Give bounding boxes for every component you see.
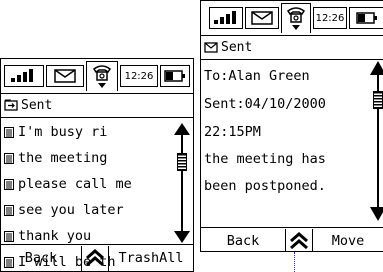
sent-message-screen: 12:26 Sent To:Alan Green Sent:04/10/2000… xyxy=(200,0,383,252)
signal-strength-icon xyxy=(209,7,243,29)
list-item[interactable]: the meeting xyxy=(1,145,171,171)
message-preview: thank you xyxy=(18,228,92,244)
status-bar: 12:26 xyxy=(201,1,383,36)
title-bar: Sent xyxy=(201,35,383,60)
list-item[interactable]: I'm busy ri xyxy=(1,119,171,145)
message-body-line: the meeting has xyxy=(204,151,326,167)
signal-strength-icon xyxy=(4,65,44,87)
connector-line xyxy=(294,252,295,272)
sent-date: Sent:04/10/2000 xyxy=(204,96,326,112)
status-bar: 12:26 xyxy=(1,59,193,94)
scroll-down-arrow-icon[interactable] xyxy=(173,231,191,243)
battery-icon xyxy=(349,7,383,29)
recipient: To:Alan Green xyxy=(204,68,310,84)
scroll-up-arrow-icon[interactable] xyxy=(173,123,191,135)
envelope-small-icon xyxy=(204,41,218,53)
back-button[interactable]: Back xyxy=(1,250,81,266)
menu-up-button[interactable] xyxy=(81,245,109,271)
message-preview: the meeting xyxy=(18,150,108,166)
menu-up-button[interactable] xyxy=(285,228,313,251)
scroll-thumb[interactable] xyxy=(177,153,187,171)
scrollbar[interactable] xyxy=(369,61,383,221)
title-bar: Sent xyxy=(1,93,193,118)
battery-icon xyxy=(160,65,190,87)
message-preview: I'm busy ri xyxy=(18,124,108,140)
scroll-down-arrow-icon[interactable] xyxy=(369,207,383,221)
document-icon xyxy=(4,126,14,138)
trash-all-button[interactable]: TrashAll xyxy=(109,250,193,266)
move-button[interactable]: Move xyxy=(313,233,383,249)
message-body-line: been postponed. xyxy=(204,178,326,194)
envelope-icon[interactable] xyxy=(245,7,279,29)
sent-time: 22:15PM xyxy=(204,124,261,140)
list-item[interactable]: please call me xyxy=(1,171,171,197)
envelope-icon[interactable] xyxy=(46,65,84,87)
phone-icon[interactable] xyxy=(86,61,118,91)
document-icon xyxy=(4,230,14,242)
back-button[interactable]: Back xyxy=(201,233,285,249)
double-chevron-up-icon xyxy=(86,249,104,267)
page-title: Sent xyxy=(21,97,53,113)
double-chevron-up-icon xyxy=(290,232,308,250)
document-icon xyxy=(4,204,14,216)
sent-list-screen: 12:26 Sent I'm busy ri the meeting pleas… xyxy=(0,58,194,272)
list-item[interactable]: see you later xyxy=(1,197,171,223)
document-icon xyxy=(4,178,14,190)
clock-time: 12:26 xyxy=(120,65,158,87)
scroll-up-arrow-icon[interactable] xyxy=(369,61,383,75)
sent-folder-icon xyxy=(4,99,18,111)
phone-icon[interactable] xyxy=(281,3,311,33)
scrollbar[interactable] xyxy=(173,123,191,243)
document-icon xyxy=(4,152,14,164)
softkey-bar: Back Move xyxy=(201,227,383,251)
scroll-thumb[interactable] xyxy=(373,91,383,109)
softkey-bar: Back TrashAll xyxy=(1,244,193,271)
message-preview: see you later xyxy=(18,202,124,218)
clock-time: 12:26 xyxy=(313,7,347,29)
message-preview: please call me xyxy=(18,176,132,192)
page-title: Sent xyxy=(221,39,253,55)
